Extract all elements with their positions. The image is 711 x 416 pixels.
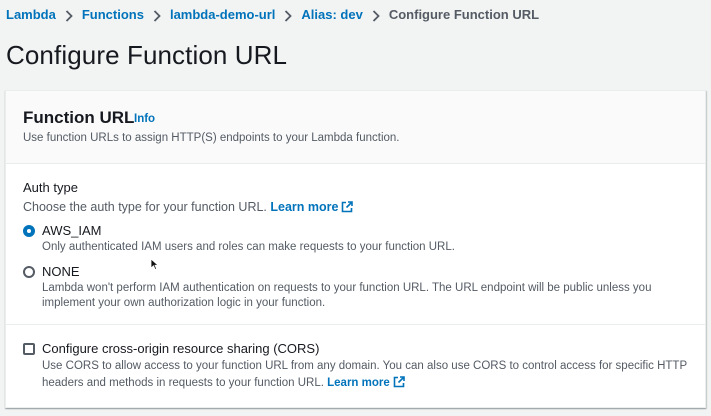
none-label[interactable]: NONE [42,264,80,279]
panel-description: Use function URLs to assign HTTP(S) endp… [23,132,400,144]
chevron-right-icon [275,6,301,24]
chevron-right-icon [363,6,389,24]
auth-learn-more-label: Learn more [270,200,339,214]
section-divider [6,324,705,325]
cors-checkbox[interactable] [23,343,35,355]
breadcrumb-current: Configure Function URL [388,7,540,22]
panel-header: Function URL Info Use function URLs to a… [6,91,705,164]
breadcrumb-functions[interactable]: Functions [82,6,144,24]
none-description: Lambda won't perform IAM authentication … [42,282,652,309]
function-url-panel: Function URL Info Use function URLs to a… [5,90,706,408]
cors-learn-more-label: Learn more [327,377,390,389]
info-link[interactable]: Info [134,113,155,125]
auth-type-description-text: Choose the auth type for your function U… [23,200,267,214]
cors-label[interactable]: Configure cross-origin resource sharing … [42,341,319,356]
external-link-icon [393,376,405,394]
aws-iam-label[interactable]: AWS_IAM [42,223,101,238]
breadcrumb: Lambda Functions lambda-demo-url Alias: … [6,6,539,24]
mouse-cursor-icon [150,258,160,276]
auth-learn-more-link[interactable]: Learn more [270,200,354,216]
cors-description: Use CORS to allow access to your functio… [42,358,702,394]
panel-title: Function URL [23,108,135,127]
auth-type-label: Auth type [23,180,78,195]
external-link-icon [341,201,354,216]
breadcrumb-function-name[interactable]: lambda-demo-url [170,6,275,24]
page-title: Configure Function URL [6,40,288,70]
breadcrumb-lambda[interactable]: Lambda [6,6,56,24]
breadcrumb-alias[interactable]: Alias: dev [301,6,362,24]
chevron-right-icon [144,6,170,24]
auth-type-description: Choose the auth type for your function U… [23,200,354,216]
cors-learn-more-link[interactable]: Learn more [327,376,405,389]
none-radio[interactable] [23,266,35,278]
aws-iam-radio[interactable] [23,225,35,237]
chevron-right-icon [56,6,82,24]
aws-iam-description: Only authenticated IAM users and roles c… [42,241,455,253]
